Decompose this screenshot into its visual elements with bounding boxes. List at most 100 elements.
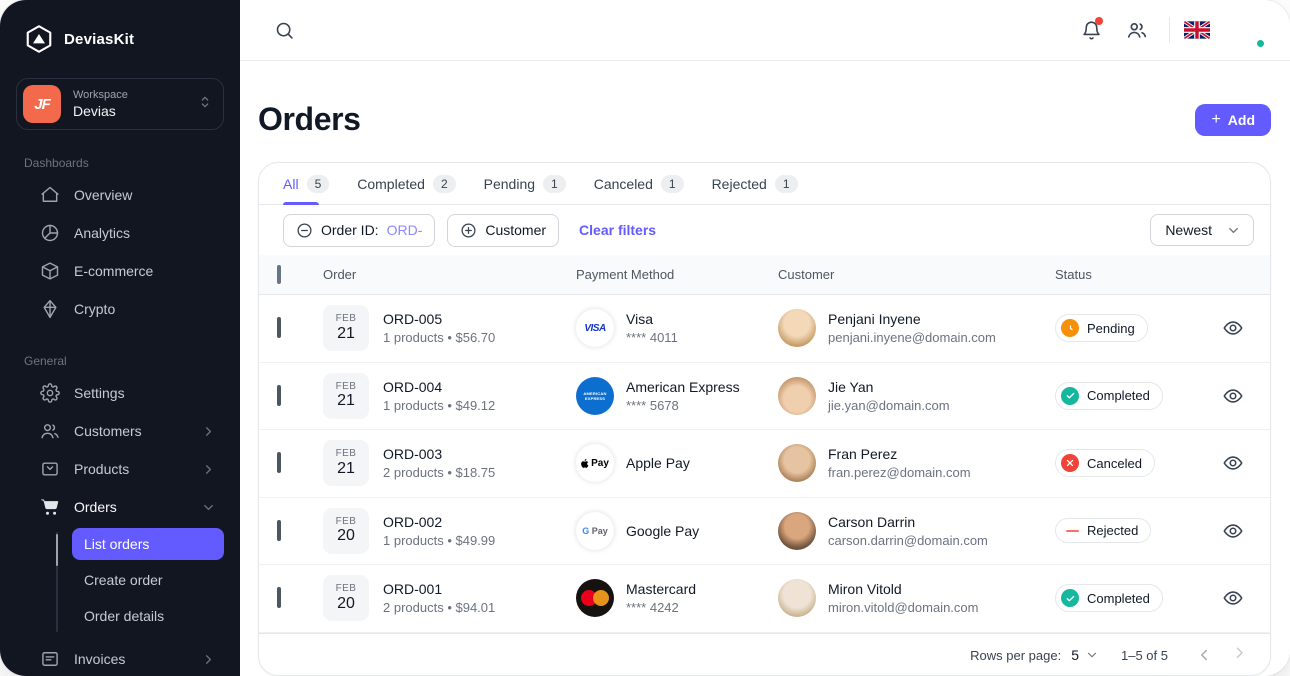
view-order-eye-icon[interactable] xyxy=(1215,513,1251,549)
customer-email: carson.darrin@domain.com xyxy=(828,533,988,548)
table-row[interactable]: FEB21 ORD-004 1 products • $49.12 AMERIC… xyxy=(259,363,1270,431)
tab-canceled[interactable]: Canceled1 xyxy=(594,163,684,204)
chevron-right-icon xyxy=(201,462,216,477)
sidebar-item-analytics[interactable]: Analytics xyxy=(16,214,224,252)
sidebar-item-list-orders[interactable]: List orders xyxy=(72,528,224,560)
contacts-users-icon[interactable] xyxy=(1119,12,1155,48)
payment-card-digits: **** 4242 xyxy=(626,600,696,615)
active-rail xyxy=(56,534,58,566)
customer-avatar xyxy=(778,579,816,617)
app-logo[interactable]: DeviasKit xyxy=(16,24,224,54)
sidebar-item-label: Customers xyxy=(74,423,142,439)
sort-select[interactable]: Newest xyxy=(1150,214,1254,246)
user-avatar[interactable] xyxy=(1228,11,1266,49)
order-date: FEB21 xyxy=(323,440,369,486)
diamond-icon xyxy=(40,299,60,319)
order-date: FEB21 xyxy=(323,373,369,419)
sidebar-item-create-order[interactable]: Create order xyxy=(72,564,224,596)
order-summary: 2 products • $94.01 xyxy=(383,600,495,615)
rows-per-page-label: Rows per page: xyxy=(970,648,1061,663)
google-pay-icon: G Pay xyxy=(576,512,614,550)
row-checkbox[interactable] xyxy=(277,317,281,338)
chevron-right-icon xyxy=(201,424,216,439)
status-tabs: All5 Completed2 Pending1 Canceled1 Rejec… xyxy=(259,163,1270,205)
visa-icon: VISA xyxy=(576,309,614,347)
table-row[interactable]: FEB20 ORD-001 2 products • $94.01 Master… xyxy=(259,565,1270,633)
view-order-eye-icon[interactable] xyxy=(1215,445,1251,481)
workspace-label: Workspace xyxy=(73,88,185,102)
table-row[interactable]: FEB21 ORD-003 2 products • $18.75 Pay Ap… xyxy=(259,430,1270,498)
uk-flag-icon[interactable] xyxy=(1184,21,1210,39)
rows-per-page-select[interactable]: 5 xyxy=(1071,647,1099,663)
order-summary: 1 products • $49.12 xyxy=(383,398,495,413)
check-icon xyxy=(1061,589,1079,607)
row-checkbox[interactable] xyxy=(277,520,281,541)
table-row[interactable]: FEB21 ORD-005 1 products • $56.70 VISA V… xyxy=(259,295,1270,363)
tab-count-badge: 1 xyxy=(661,175,684,193)
view-order-eye-icon[interactable] xyxy=(1215,580,1251,616)
payment-name: Visa xyxy=(626,311,678,327)
sidebar-item-label: Settings xyxy=(74,385,125,401)
sidebar-item-crypto[interactable]: Crypto xyxy=(16,290,224,328)
filter-chip-customer[interactable]: Customer xyxy=(447,214,559,247)
customer-email: miron.vitold@domain.com xyxy=(828,600,978,615)
sidebar-item-label: Overview xyxy=(74,187,132,203)
tab-count-badge: 5 xyxy=(307,175,330,193)
tab-all[interactable]: All5 xyxy=(283,163,329,204)
filter-chip-order-id[interactable]: Order ID: ORD- xyxy=(283,214,435,247)
sidebar-item-label: Crypto xyxy=(74,301,115,317)
tab-completed[interactable]: Completed2 xyxy=(357,163,455,204)
sidebar-item-overview[interactable]: Overview xyxy=(16,176,224,214)
sidebar-item-customers[interactable]: Customers xyxy=(16,412,224,450)
clear-filters-button[interactable]: Clear filters xyxy=(579,222,656,238)
tab-rejected[interactable]: Rejected1 xyxy=(712,163,798,204)
order-date: FEB20 xyxy=(323,575,369,621)
select-all-checkbox[interactable] xyxy=(277,265,281,284)
sidebar-item-invoices[interactable]: Invoices xyxy=(16,640,224,676)
workspace-name: Devias xyxy=(73,102,185,120)
tab-pending[interactable]: Pending1 xyxy=(484,163,566,204)
sidebar-item-ecommerce[interactable]: E-commerce xyxy=(16,252,224,290)
add-button[interactable]: + Add xyxy=(1195,104,1271,136)
order-date: FEB20 xyxy=(323,508,369,554)
notifications-bell-icon[interactable] xyxy=(1073,12,1109,48)
cart-icon xyxy=(40,497,60,517)
orders-subnav: List orders Create order Order details xyxy=(48,528,224,636)
column-header-order: Order xyxy=(323,267,576,282)
row-checkbox[interactable] xyxy=(277,452,281,473)
previous-page-icon[interactable] xyxy=(1190,641,1218,669)
customer-name: Jie Yan xyxy=(828,379,950,395)
topbar xyxy=(240,0,1290,61)
section-title-dashboards: Dashboards xyxy=(24,156,224,170)
payment-name: Apple Pay xyxy=(626,455,690,471)
sidebar-item-products[interactable]: Products xyxy=(16,450,224,488)
row-checkbox[interactable] xyxy=(277,587,281,608)
status-badge: Pending xyxy=(1055,314,1148,342)
view-order-eye-icon[interactable] xyxy=(1215,378,1251,414)
customer-email: fran.perez@domain.com xyxy=(828,465,971,480)
sidebar-item-label: Analytics xyxy=(74,225,130,241)
package-icon xyxy=(40,459,60,479)
sidebar-item-orders[interactable]: Orders xyxy=(16,488,224,526)
table-row[interactable]: FEB20 ORD-002 1 products • $49.99 G Pay … xyxy=(259,498,1270,566)
home-icon xyxy=(40,185,60,205)
sidebar-item-order-details[interactable]: Order details xyxy=(72,600,224,632)
search-icon[interactable] xyxy=(266,12,302,48)
filter-value: ORD- xyxy=(387,222,423,238)
customer-email: jie.yan@domain.com xyxy=(828,398,950,413)
payment-name: Google Pay xyxy=(626,523,699,539)
check-icon xyxy=(1061,387,1079,405)
next-page-icon[interactable] xyxy=(1228,641,1256,669)
view-order-eye-icon[interactable] xyxy=(1215,310,1251,346)
row-checkbox[interactable] xyxy=(277,385,281,406)
sidebar-item-settings[interactable]: Settings xyxy=(16,374,224,412)
column-header-customer: Customer xyxy=(778,267,1055,282)
order-id: ORD-003 xyxy=(383,446,495,462)
apple-pay-icon: Pay xyxy=(576,444,614,482)
customer-avatar xyxy=(778,444,816,482)
circle-plus-icon xyxy=(460,222,477,239)
customer-name: Miron Vitold xyxy=(828,581,978,597)
order-id: ORD-005 xyxy=(383,311,495,327)
sidebar-item-label: E-commerce xyxy=(74,263,153,279)
workspace-selector[interactable]: JF Workspace Devias xyxy=(16,78,224,130)
